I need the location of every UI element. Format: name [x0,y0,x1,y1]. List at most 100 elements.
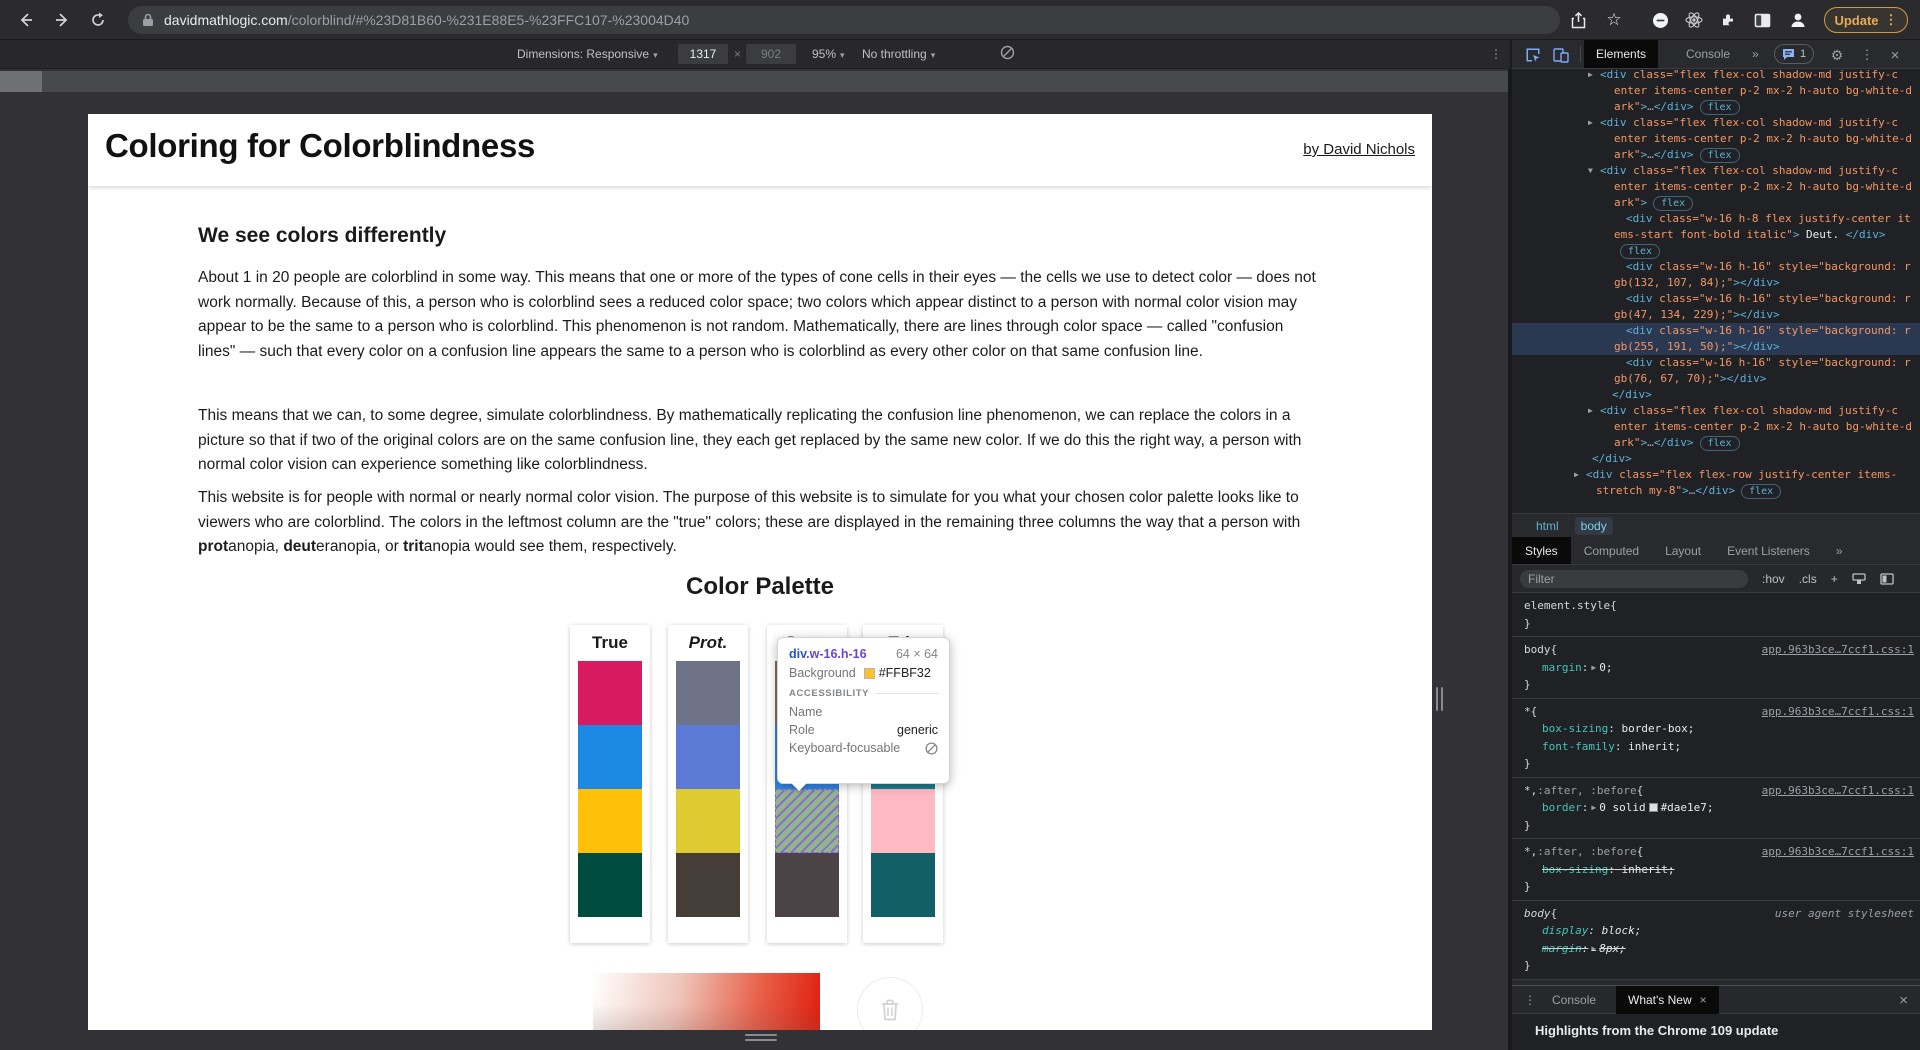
css-property[interactable]: font-family: inherit; [1524,738,1914,756]
dom-tree-row[interactable]: ▶<div class="flex flex-col shadow-md jus… [1512,67,1920,83]
stylesheet-link[interactable]: app.963b3ce…7ccf1.css:1 [1762,703,1914,721]
flex-badge[interactable]: flex [1620,244,1660,259]
drawer-close-button[interactable]: × [1887,986,1920,1014]
tab-event-listeners[interactable]: Event Listeners [1714,537,1823,564]
styles-filter-input[interactable]: Filter [1520,570,1748,588]
dimensions-dropdown[interactable]: Dimensions: Responsive▾ [517,47,658,61]
dom-tree-row[interactable]: ark">…</div>flex [1512,435,1920,451]
more-style-tabs-button[interactable]: » [1823,537,1856,564]
side-panel-button[interactable] [1750,8,1774,32]
zoom-dropdown[interactable]: 95%▾ [812,47,845,61]
collapse-icon[interactable]: ▼ [1588,163,1600,179]
devtools-close-button[interactable]: × [1886,46,1904,64]
share-button[interactable] [1566,8,1590,32]
css-property[interactable]: display: block; [1524,922,1914,940]
stylesheet-link[interactable]: app.963b3ce…7ccf1.css:1 [1762,843,1914,861]
color-swatch[interactable] [676,661,740,725]
tab-console[interactable]: Console [1674,40,1742,68]
dom-tree-row[interactable]: ▶<div class="flex flex-col shadow-md jus… [1512,115,1920,131]
dom-tree-row[interactable]: <div class="w-16 h-16" style="background… [1512,291,1920,307]
drawer-tab-whats-new[interactable]: What's New × [1616,986,1719,1014]
css-property[interactable]: box-sizing: border-box; [1524,720,1914,738]
css-rule[interactable]: body {app.963b3ce…7ccf1.css:1margin:▶0;} [1512,637,1920,699]
extension-button-1[interactable] [1648,8,1672,32]
back-button[interactable] [14,8,38,32]
new-style-rule-button[interactable]: + [1831,572,1838,586]
dom-tree-row[interactable]: enter items-center p-2 mx-2 h-auto bg-wh… [1512,179,1920,195]
color-swatch[interactable] [775,789,839,853]
address-bar[interactable]: davidmathlogic.com/colorblind/#%23D81B60… [128,6,1560,34]
devtools-settings-button[interactable]: ⚙ [1828,46,1846,64]
flex-badge[interactable]: flex [1741,484,1781,499]
throttling-dropdown[interactable]: No throttling▾ [862,47,935,61]
dom-tree-row[interactable]: ▶<div class="flex flex-col shadow-md jus… [1512,403,1920,419]
dom-tree-row[interactable]: enter items-center p-2 mx-2 h-auto bg-wh… [1512,83,1920,99]
sidebar-position-button[interactable] [1880,573,1894,585]
stylesheet-link[interactable]: app.963b3ce…7ccf1.css:1 [1762,782,1914,800]
flex-badge[interactable]: flex [1700,148,1740,163]
reload-button[interactable] [86,8,110,32]
devtools-menu-button[interactable]: ⋮ [1858,46,1876,64]
css-rule[interactable]: body {user agent stylesheetdisplay: bloc… [1512,901,1920,980]
viewport-width-input[interactable]: 1317 [678,44,728,64]
css-property[interactable]: margin:▶8px; [1524,940,1914,958]
dom-tree-row[interactable]: ▶<div class="flex flex-row justify-cente… [1512,467,1920,483]
viewport-height-input[interactable]: 902 [746,44,796,64]
forward-button[interactable] [50,8,74,32]
color-swatch[interactable] [578,661,642,725]
scrollbar-thumb[interactable] [0,71,42,92]
byline-link[interactable]: by David Nichols [1303,141,1415,158]
css-property[interactable]: border:▶0 solid#dae1e7; [1524,799,1914,817]
expand-icon[interactable]: ▶ [1588,115,1600,131]
breadcrumb-body[interactable]: body [1575,517,1613,535]
class-toggle-button[interactable]: .cls [1799,572,1817,586]
css-property[interactable]: box-sizing: inherit; [1524,861,1914,879]
update-button[interactable]: Update ⋮ [1824,7,1908,33]
hover-state-button[interactable]: :hov [1762,572,1785,586]
device-toolbar-menu[interactable]: ⋮ [1490,47,1502,61]
expand-icon[interactable]: ▶ [1588,67,1600,83]
color-scheme-button[interactable] [1852,573,1866,585]
dom-tree-row[interactable]: </div> [1512,387,1920,403]
dom-tree-row[interactable]: gb(132, 107, 84);"></div> [1512,275,1920,291]
dom-tree-row[interactable]: <div class="w-16 h-16" style="background… [1512,259,1920,275]
issues-counter[interactable]: 1 [1774,44,1814,64]
viewport-scrollbar[interactable] [0,71,1508,92]
viewport-resize-handle-right[interactable] [1436,687,1446,716]
profile-button[interactable] [1786,8,1810,32]
dom-tree-row[interactable]: gb(47, 134, 229);"></div> [1512,307,1920,323]
more-tabs-button[interactable]: » [1740,40,1771,68]
tab-layout[interactable]: Layout [1652,537,1714,564]
no-throttle-button[interactable] [1000,45,1015,60]
toggle-device-toolbar-button[interactable] [1552,46,1570,64]
dom-tree-row[interactable]: stretch my-8">…</div>flex [1512,483,1920,499]
dom-tree-row[interactable]: ems-start font-bold italic"> Deut. </div… [1512,227,1920,243]
color-swatch[interactable] [871,853,935,917]
bookmark-button[interactable]: ☆ [1602,8,1626,32]
stylesheet-link[interactable]: app.963b3ce…7ccf1.css:1 [1762,641,1914,659]
delete-color-button[interactable] [857,977,923,1030]
dom-tree-row[interactable]: <div class="w-16 h-16" style="background… [1512,355,1920,371]
dom-tree-row[interactable]: enter items-center p-2 mx-2 h-auto bg-wh… [1512,419,1920,435]
extension-button-2[interactable] [1682,8,1706,32]
dom-tree-row[interactable]: ark">flex [1512,195,1920,211]
flex-badge[interactable]: flex [1700,436,1740,451]
flex-badge[interactable]: flex [1653,196,1693,211]
dom-tree-row[interactable]: enter items-center p-2 mx-2 h-auto bg-wh… [1512,131,1920,147]
expand-icon[interactable]: ▶ [1574,467,1586,483]
dom-tree-row[interactable]: <div class="w-16 h-8 flex justify-center… [1512,211,1920,227]
color-swatch[interactable] [676,853,740,917]
css-rule[interactable]: *, :after, :before {app.963b3ce…7ccf1.cs… [1512,778,1920,840]
color-swatch[interactable] [578,853,642,917]
tab-elements[interactable]: Elements [1584,40,1658,68]
color-swatch[interactable] [775,853,839,917]
inspect-element-button[interactable] [1524,46,1542,64]
dom-tree-row[interactable]: gb(255, 191, 50);"></div> [1512,339,1920,355]
color-swatch[interactable] [578,789,642,853]
color-swatch[interactable] [578,725,642,789]
dom-tree-row[interactable]: </div> [1512,451,1920,467]
dom-tree-row[interactable]: <div class="w-16 h-16" style="background… [1512,323,1920,339]
expand-icon[interactable]: ▶ [1588,403,1600,419]
drawer-tab-console[interactable]: Console [1540,986,1608,1014]
css-property[interactable]: margin:▶0; [1524,659,1914,677]
